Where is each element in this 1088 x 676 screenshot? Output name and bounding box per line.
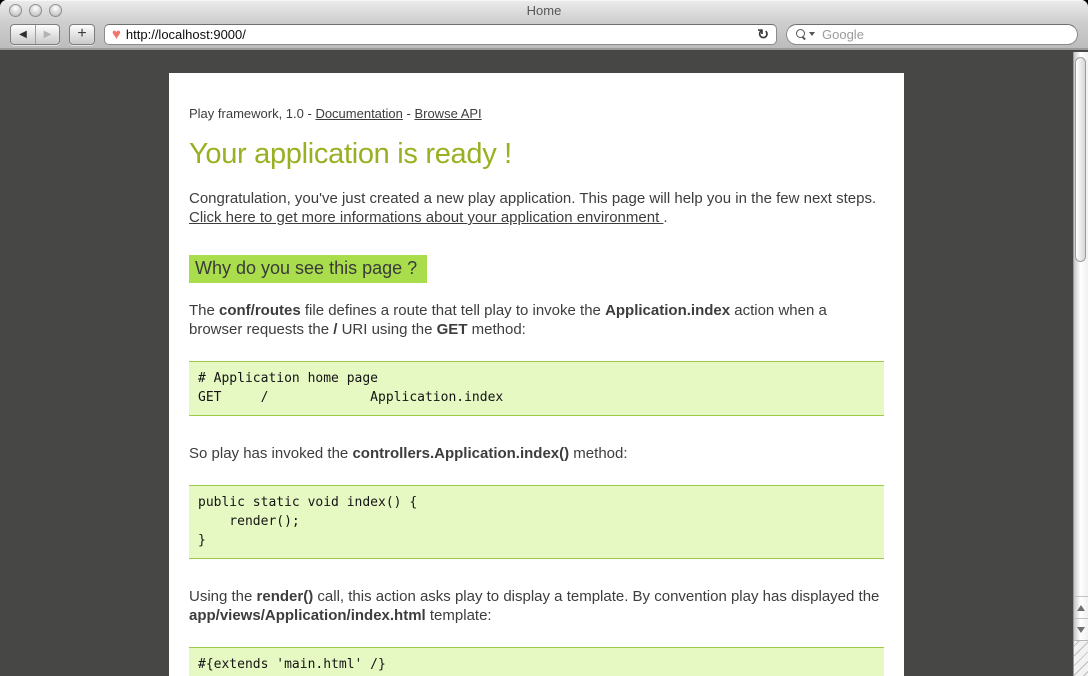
action-code-block: public static void index() { render(); } bbox=[189, 485, 884, 559]
window-controls bbox=[9, 4, 62, 17]
nav-buttons: ◀ ▶ bbox=[10, 24, 60, 45]
window-title: Home bbox=[0, 0, 1088, 22]
toolbar: ◀ ▶ + ♥ http://localhost:9000/ ↻ Google bbox=[0, 22, 1088, 50]
close-button-icon[interactable] bbox=[9, 4, 22, 17]
back-button[interactable]: ◀ bbox=[11, 25, 35, 44]
search-placeholder: Google bbox=[822, 27, 864, 42]
refresh-icon[interactable]: ↻ bbox=[757, 27, 769, 41]
minimize-button-icon[interactable] bbox=[29, 4, 42, 17]
routes-code-block: # Application home page GET / Applicatio… bbox=[189, 361, 884, 416]
search-options-caret-icon[interactable] bbox=[809, 32, 815, 36]
scrollbar-thumb[interactable] bbox=[1075, 57, 1086, 262]
text-link[interactable]: Browse API bbox=[414, 106, 481, 121]
text-link[interactable]: Click here to get more informations abou… bbox=[189, 209, 663, 226]
zoom-button-icon[interactable] bbox=[49, 4, 62, 17]
address-bar[interactable]: ♥ http://localhost:9000/ ↻ bbox=[104, 24, 777, 45]
scroll-up-button[interactable] bbox=[1074, 596, 1088, 618]
text-link[interactable]: Documentation bbox=[315, 106, 402, 121]
forward-button[interactable]: ▶ bbox=[35, 25, 59, 44]
page-content: Play framework, 1.0 - Documentation - Br… bbox=[169, 73, 904, 676]
search-input[interactable]: Google bbox=[786, 24, 1078, 45]
plus-icon: + bbox=[77, 25, 86, 42]
template-code-block: #{extends 'main.html' /} #{set title:'Ho… bbox=[189, 647, 884, 676]
invoked-paragraph: So play has invoked the controllers.Appl… bbox=[189, 444, 884, 463]
viewport: Play framework, 1.0 - Documentation - Br… bbox=[0, 52, 1088, 676]
routes-paragraph: The conf/routes file defines a route tha… bbox=[189, 301, 884, 339]
section-heading: Why do you see this page ? bbox=[189, 255, 427, 283]
arrow-up-icon bbox=[1077, 605, 1085, 611]
scroll-down-button[interactable] bbox=[1074, 618, 1088, 640]
forward-icon: ▶ bbox=[44, 29, 52, 40]
favicon-heart-icon: ♥ bbox=[112, 27, 121, 42]
new-tab-button[interactable]: + bbox=[69, 24, 95, 45]
browser-chrome: Home ◀ ▶ + ♥ http://localhost:9000/ ↻ Go… bbox=[0, 0, 1088, 50]
framework-meta-line: Play framework, 1.0 - Documentation - Br… bbox=[189, 106, 884, 121]
vertical-scrollbar[interactable] bbox=[1073, 52, 1088, 676]
url-text[interactable]: http://localhost:9000/ bbox=[126, 27, 752, 42]
template-paragraph: Using the render() call, this action ask… bbox=[189, 587, 884, 625]
window-resize-grip-icon[interactable] bbox=[1074, 640, 1088, 676]
screen: Home ◀ ▶ + ♥ http://localhost:9000/ ↻ Go… bbox=[0, 0, 1088, 676]
browser-window: Home ◀ ▶ + ♥ http://localhost:9000/ ↻ Go… bbox=[0, 0, 1088, 676]
search-icon bbox=[796, 29, 806, 39]
arrow-down-icon bbox=[1077, 627, 1085, 633]
titlebar[interactable]: Home bbox=[0, 0, 1088, 22]
back-icon: ◀ bbox=[19, 29, 27, 40]
intro-paragraph: Congratulation, you've just created a ne… bbox=[189, 189, 884, 227]
page-title: Your application is ready ! bbox=[189, 138, 884, 171]
